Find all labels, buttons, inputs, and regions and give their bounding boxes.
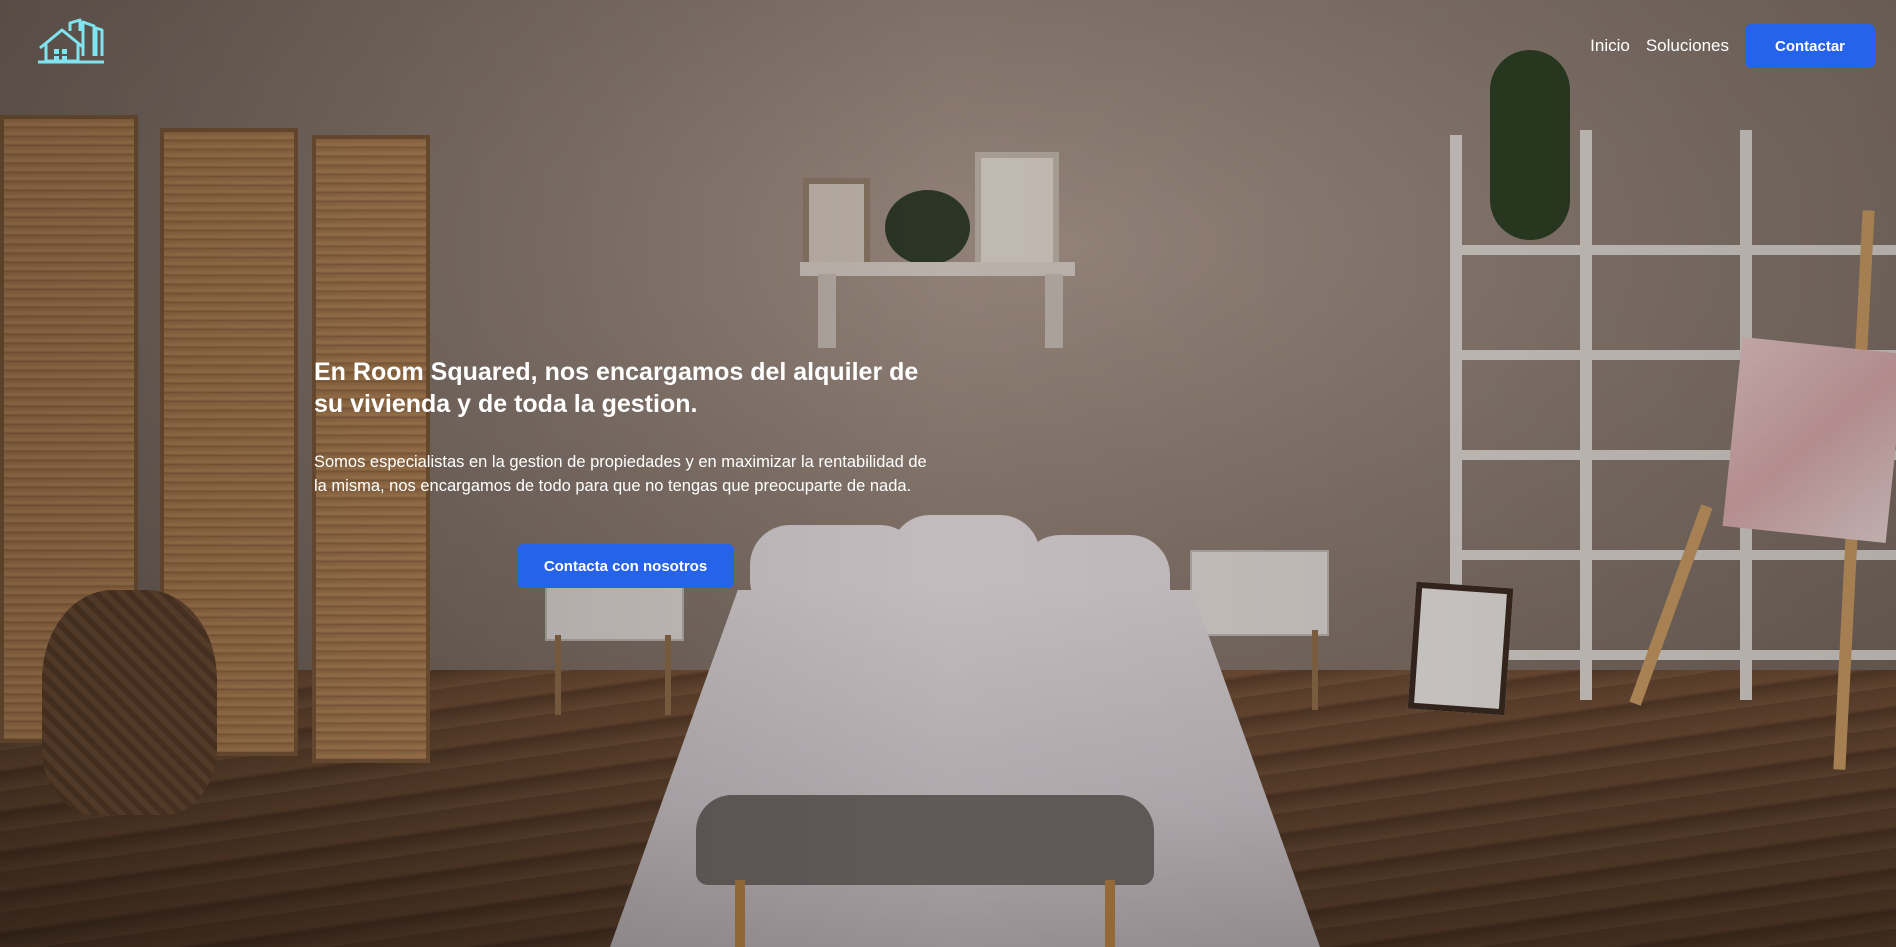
- hero-title: En Room Squared, nos encargamos del alqu…: [314, 358, 919, 418]
- site-header: Inicio Soluciones Contactar: [0, 0, 1896, 92]
- main-nav: Inicio Soluciones Contactar: [1590, 24, 1875, 68]
- nav-link-soluciones[interactable]: Soluciones: [1646, 36, 1729, 56]
- nav-link-inicio[interactable]: Inicio: [1590, 36, 1630, 56]
- hero-section: Inicio Soluciones Contactar En Room Squa…: [0, 0, 1896, 947]
- house-buildings-logo-icon[interactable]: [38, 18, 106, 64]
- bedroom-background-image: [0, 0, 1896, 947]
- contact-button[interactable]: Contactar: [1745, 24, 1875, 68]
- hero-content: En Room Squared, nos encargamos del alqu…: [314, 356, 934, 498]
- contact-us-button[interactable]: Contacta con nosotros: [517, 544, 734, 588]
- dark-overlay: [0, 0, 1896, 947]
- hero-description: Somos especialistas en la gestion de pro…: [314, 453, 927, 495]
